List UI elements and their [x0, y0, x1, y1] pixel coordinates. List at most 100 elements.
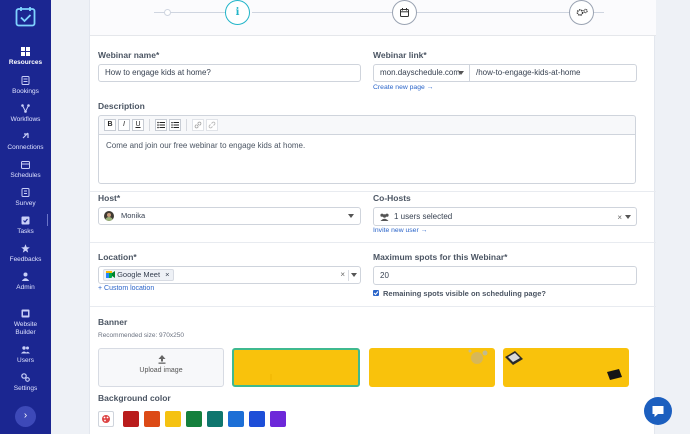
numbered-list-icon [171, 122, 179, 128]
host-label: Host* [98, 193, 121, 203]
sidebar-item-website-builder[interactable]: Website Builder [0, 309, 51, 337]
color-picker-button[interactable] [98, 411, 114, 427]
location-chip-label: Google Meet [117, 270, 161, 279]
webinar-link-label: Webinar link* [373, 50, 427, 60]
chevron-down-icon [625, 215, 631, 219]
upload-image-label: Upload image [139, 367, 183, 374]
grid-icon [21, 47, 30, 56]
chat-button[interactable] [644, 397, 672, 425]
section-divider [90, 191, 656, 192]
banner-pattern-icon [270, 374, 272, 381]
sidebar-item-admin[interactable]: Admin [0, 272, 51, 292]
sidebar-item-resources[interactable]: Resources [0, 47, 51, 67]
stepper: i [90, 0, 656, 36]
color-swatch[interactable] [165, 411, 181, 427]
checkmark-icon [373, 291, 379, 296]
connections-icon [22, 132, 29, 139]
banner-label: Banner [98, 317, 128, 327]
color-swatch[interactable] [270, 411, 286, 427]
settings-icon [21, 373, 30, 382]
sidebar-item-survey[interactable]: Survey [0, 188, 51, 208]
numbered-list-button[interactable] [169, 119, 181, 131]
max-spots-input[interactable]: 20 [373, 266, 637, 285]
sidebar-item-tasks[interactable]: Tasks [0, 216, 51, 236]
sidebar-item-label: Tasks [17, 228, 34, 235]
clear-icon[interactable]: × [617, 209, 622, 225]
link-button[interactable] [192, 119, 204, 131]
bold-button[interactable]: B [104, 119, 116, 131]
color-swatch[interactable] [207, 411, 223, 427]
survey-icon [21, 188, 30, 197]
star-icon [21, 244, 30, 253]
sidebar-item-workflows[interactable]: Workflows [0, 104, 51, 124]
underline-button[interactable]: U [132, 119, 144, 131]
step-details[interactable]: i [225, 0, 250, 25]
users-icon [21, 346, 30, 354]
domain-value: mon.dayschedule.com [380, 68, 461, 77]
sidebar-collapse-button[interactable]: › [15, 406, 36, 427]
sidebar-item-settings[interactable]: Settings [0, 373, 51, 393]
cohosts-select[interactable]: 1 users selected × [373, 207, 637, 226]
calendar-icon [400, 8, 409, 17]
sidebar: Resources Bookings Workflows Connections… [0, 0, 51, 434]
host-select[interactable]: Monika [98, 207, 361, 225]
sidebar-item-users[interactable]: Users [0, 345, 51, 365]
color-swatch[interactable] [123, 411, 139, 427]
stepper-dot [164, 9, 171, 16]
description-textarea[interactable]: Come and join our free webinar to engage… [98, 134, 636, 184]
color-swatch[interactable] [144, 411, 160, 427]
step-settings[interactable] [569, 0, 594, 25]
location-select[interactable]: Google Meet × × [98, 266, 361, 284]
tasks-icon [21, 216, 30, 225]
sidebar-item-label: Resources [8, 59, 43, 66]
bullet-list-icon [157, 121, 165, 129]
remaining-spots-label: Remaining spots visible on scheduling pa… [383, 289, 546, 298]
banner-pattern-icon [505, 351, 622, 380]
remaining-spots-checkbox[interactable] [373, 290, 379, 296]
italic-button[interactable]: I [118, 119, 130, 131]
cohosts-label: Co-Hosts [373, 193, 411, 203]
app-logo-icon[interactable] [15, 6, 36, 27]
chevron-down-icon [458, 71, 464, 75]
sidebar-item-bookings[interactable]: Bookings [0, 76, 51, 96]
upload-image-button[interactable]: Upload image [98, 348, 224, 387]
location-chip: Google Meet × [103, 269, 174, 281]
description-label: Description [98, 101, 145, 111]
bullet-list-button[interactable] [155, 119, 167, 131]
sidebar-item-feedbacks[interactable]: Feedbacks [0, 244, 51, 264]
clear-icon[interactable]: × [340, 267, 345, 283]
unlink-button[interactable] [206, 119, 218, 131]
link-icon [194, 121, 202, 129]
color-swatch[interactable] [228, 411, 244, 427]
webinar-name-label: Webinar name* [98, 50, 160, 60]
sidebar-item-connections[interactable]: Connections [0, 132, 51, 152]
color-swatch[interactable] [249, 411, 265, 427]
unlink-icon [208, 121, 216, 129]
banner-option-selected[interactable] [232, 348, 360, 387]
webinar-form-card: i Webinar name* How to engage kids at ho… [89, 0, 656, 434]
sidebar-item-label: Bookings [12, 88, 39, 95]
chip-remove-button[interactable]: × [165, 270, 169, 279]
webinar-name-input[interactable]: How to engage kids at home? [98, 64, 361, 82]
step-schedule[interactable] [392, 0, 417, 25]
banner-pattern-icon [468, 349, 488, 364]
admin-icon [21, 272, 30, 281]
banner-option[interactable] [369, 348, 495, 387]
host-value: Monika [121, 211, 146, 220]
domain-select[interactable]: mon.dayschedule.com [373, 64, 470, 82]
chevron-down-icon [351, 273, 357, 277]
sidebar-item-schedules[interactable]: Schedules [0, 160, 51, 180]
sidebar-item-label: Survey [15, 200, 36, 207]
section-divider [90, 242, 656, 243]
section-divider [90, 306, 656, 307]
location-label: Location* [98, 252, 137, 262]
toolbar-divider [186, 119, 187, 131]
webinar-path-input[interactable]: /how-to-engage-kids-at-home [469, 64, 637, 82]
bookings-icon [21, 76, 30, 85]
invite-new-user-link[interactable]: Invite new user → [373, 227, 427, 234]
banner-option[interactable] [503, 348, 629, 387]
color-swatch[interactable] [186, 411, 202, 427]
create-new-page-link[interactable]: Create new page → [373, 84, 433, 91]
sidebar-item-label: Admin [16, 284, 35, 291]
custom-location-link[interactable]: + Custom location [98, 285, 154, 292]
